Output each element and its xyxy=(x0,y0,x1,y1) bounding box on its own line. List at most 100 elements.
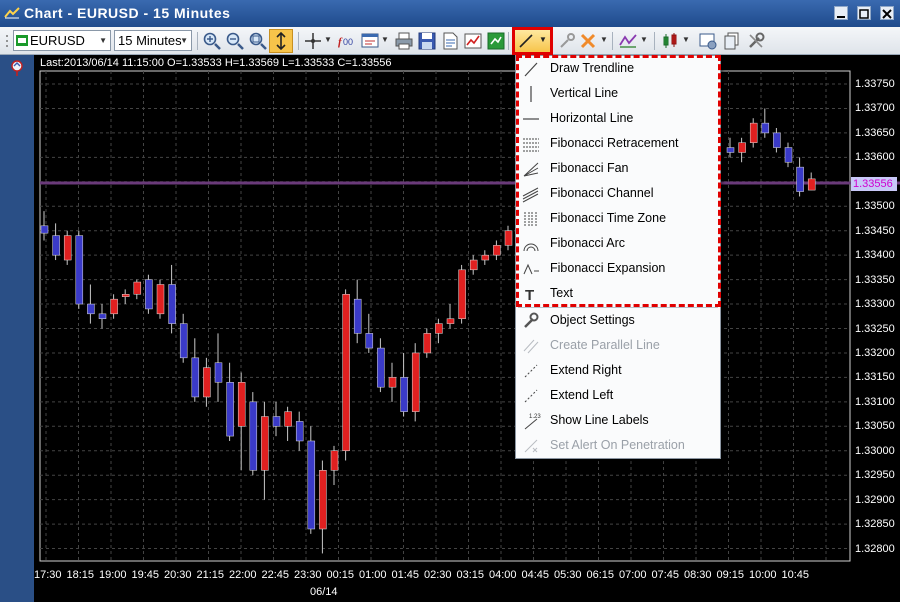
fib-arc-icon xyxy=(523,243,539,252)
menu-item-fibonacci-fan[interactable]: Fibonacci Fan xyxy=(516,156,720,181)
menu-item-extend-left[interactable]: Extend Left xyxy=(516,383,720,408)
candle-down xyxy=(249,401,258,471)
left-gutter xyxy=(0,55,34,602)
delete-objects-icon[interactable] xyxy=(578,31,598,51)
price-axis-label: 1.33100 xyxy=(855,395,895,408)
menu-item-fibonacci-expansion[interactable]: Fibonacci Expansion xyxy=(516,256,720,281)
price-axis-label: 1.32800 xyxy=(855,542,895,555)
menu-item-fibonacci-arc[interactable]: Fibonacci Arc xyxy=(516,231,720,256)
menu-item-fibonacci-retracement[interactable]: Fibonacci Retracement xyxy=(516,131,720,156)
time-axis-label: 09:15 xyxy=(716,569,745,581)
indicator-fx-icon[interactable]: f 00 xyxy=(337,31,357,51)
candle-down xyxy=(365,333,374,349)
chart-toolbar-right: ▼ ▼ ▼ xyxy=(556,27,900,55)
chart-pin-icon[interactable] xyxy=(8,59,26,77)
chart-window: Chart - EURUSD - 15 Minutes EURUSD ▼ 15 … xyxy=(0,0,900,602)
menu-item-horizontal-line[interactable]: Horizontal Line xyxy=(516,106,720,131)
line-tools-menu: Draw Trendline Vertical Line Horizontal Li… xyxy=(515,55,721,459)
menu-item-label: Draw Trendline xyxy=(550,61,635,75)
document-icon[interactable] xyxy=(440,31,460,51)
maximize-icon xyxy=(859,9,869,19)
menu-item-label: Fibonacci Expansion xyxy=(550,261,666,275)
indicators-icon[interactable] xyxy=(618,31,638,51)
price-chart[interactable] xyxy=(34,55,900,602)
symbol-value: EURUSD xyxy=(30,33,85,48)
menu-item-draw-trendline[interactable]: Draw Trendline xyxy=(516,56,720,81)
price-axis-label: 1.32900 xyxy=(855,493,895,506)
ohlc-info: Last:2013/06/14 11:15:00 O=1.33533 H=1.3… xyxy=(40,57,392,69)
candle-up xyxy=(738,142,746,153)
menu-item-vertical-line[interactable]: Vertical Line xyxy=(516,81,720,106)
candle-down xyxy=(145,279,153,310)
minimize-icon xyxy=(837,16,845,18)
price-axis-label: 1.33250 xyxy=(855,322,895,335)
candle-up xyxy=(319,470,327,530)
template-icon[interactable] xyxy=(360,31,380,51)
menu-item-set-alert-on-penetration: Set Alert On Penetration xyxy=(516,433,720,458)
candle-down xyxy=(307,440,316,530)
pages-icon[interactable] xyxy=(722,31,742,51)
save-icon[interactable] xyxy=(417,31,437,51)
export-icon[interactable] xyxy=(486,31,506,51)
zoom-in-icon[interactable] xyxy=(202,31,222,51)
chevron-down-icon[interactable]: ▼ xyxy=(640,35,648,44)
print-icon[interactable] xyxy=(394,31,414,51)
crosshair-icon[interactable] xyxy=(303,31,323,51)
candle-down xyxy=(272,416,281,427)
candle-down xyxy=(226,382,234,437)
object-list-icon[interactable] xyxy=(558,31,578,51)
menu-item-label: Extend Right xyxy=(550,363,622,377)
minimize-button[interactable] xyxy=(834,6,848,20)
chevron-down-icon[interactable]: ▼ xyxy=(324,35,332,44)
candle-up xyxy=(435,323,443,334)
time-axis-label: 00:15 xyxy=(326,569,355,581)
chevron-down-icon[interactable]: ▼ xyxy=(682,35,690,44)
chevron-down-icon[interactable]: ▼ xyxy=(381,35,389,44)
candle-down xyxy=(40,225,49,234)
menu-item-text[interactable]: T Text xyxy=(516,281,720,306)
price-axis-label: 1.33200 xyxy=(855,346,895,359)
autoscale-icon xyxy=(276,31,286,51)
timeframe-select[interactable]: 15 Minutes ▼ xyxy=(114,30,192,51)
chart-image-icon[interactable] xyxy=(463,31,483,51)
price-axis-label: 1.33350 xyxy=(855,273,895,286)
currency-icon xyxy=(16,35,28,46)
candle-down xyxy=(98,313,107,319)
maximize-button[interactable] xyxy=(857,6,871,20)
candle-up xyxy=(156,284,165,315)
price-axis-label: 1.33500 xyxy=(855,200,895,213)
candle-up xyxy=(749,122,758,143)
title-bar[interactable]: Chart - EURUSD - 15 Minutes xyxy=(0,0,900,27)
candle-up xyxy=(121,294,130,297)
tools-icon[interactable] xyxy=(746,31,766,51)
candle-down xyxy=(784,147,793,163)
line-tool-dropdown-button[interactable]: ▼ xyxy=(512,27,553,55)
candle-up xyxy=(411,352,420,412)
menu-item-extend-right[interactable]: Extend Right xyxy=(516,358,720,383)
price-axis-label: 1.33750 xyxy=(855,78,895,90)
symbol-select[interactable]: EURUSD ▼ xyxy=(13,30,111,51)
candle-up xyxy=(203,367,211,398)
trendline-icon xyxy=(524,62,538,77)
svg-text:1.23: 1.23 xyxy=(529,414,541,420)
candlestick-icon[interactable] xyxy=(660,31,680,51)
candle-up xyxy=(330,450,339,471)
menu-item-fibonacci-channel[interactable]: Fibonacci Channel xyxy=(516,181,720,206)
menu-item-object-settings[interactable]: Object Settings xyxy=(516,308,720,333)
menu-item-show-line-labels[interactable]: 1.23 Show Line Labels xyxy=(516,408,720,433)
zoom-out-icon[interactable] xyxy=(225,31,245,51)
menu-item-fibonacci-time-zone[interactable]: Fibonacci Time Zone xyxy=(516,206,720,231)
menu-item-label: Vertical Line xyxy=(550,86,619,100)
time-axis-label: 01:00 xyxy=(359,569,387,581)
fib-channel-icon xyxy=(522,187,539,203)
zoom-fit-icon[interactable] xyxy=(248,31,268,51)
price-axis-label: 1.32850 xyxy=(855,518,895,531)
fib-fan-icon xyxy=(523,162,539,177)
chart-settings-icon[interactable] xyxy=(698,31,718,51)
close-button[interactable] xyxy=(880,6,894,20)
timeframe-value: 15 Minutes xyxy=(118,33,182,48)
chevron-down-icon[interactable]: ▼ xyxy=(600,35,608,44)
autoscale-button[interactable] xyxy=(269,29,293,53)
toolbar-grip-icon xyxy=(6,35,8,47)
candle-down xyxy=(377,347,385,388)
